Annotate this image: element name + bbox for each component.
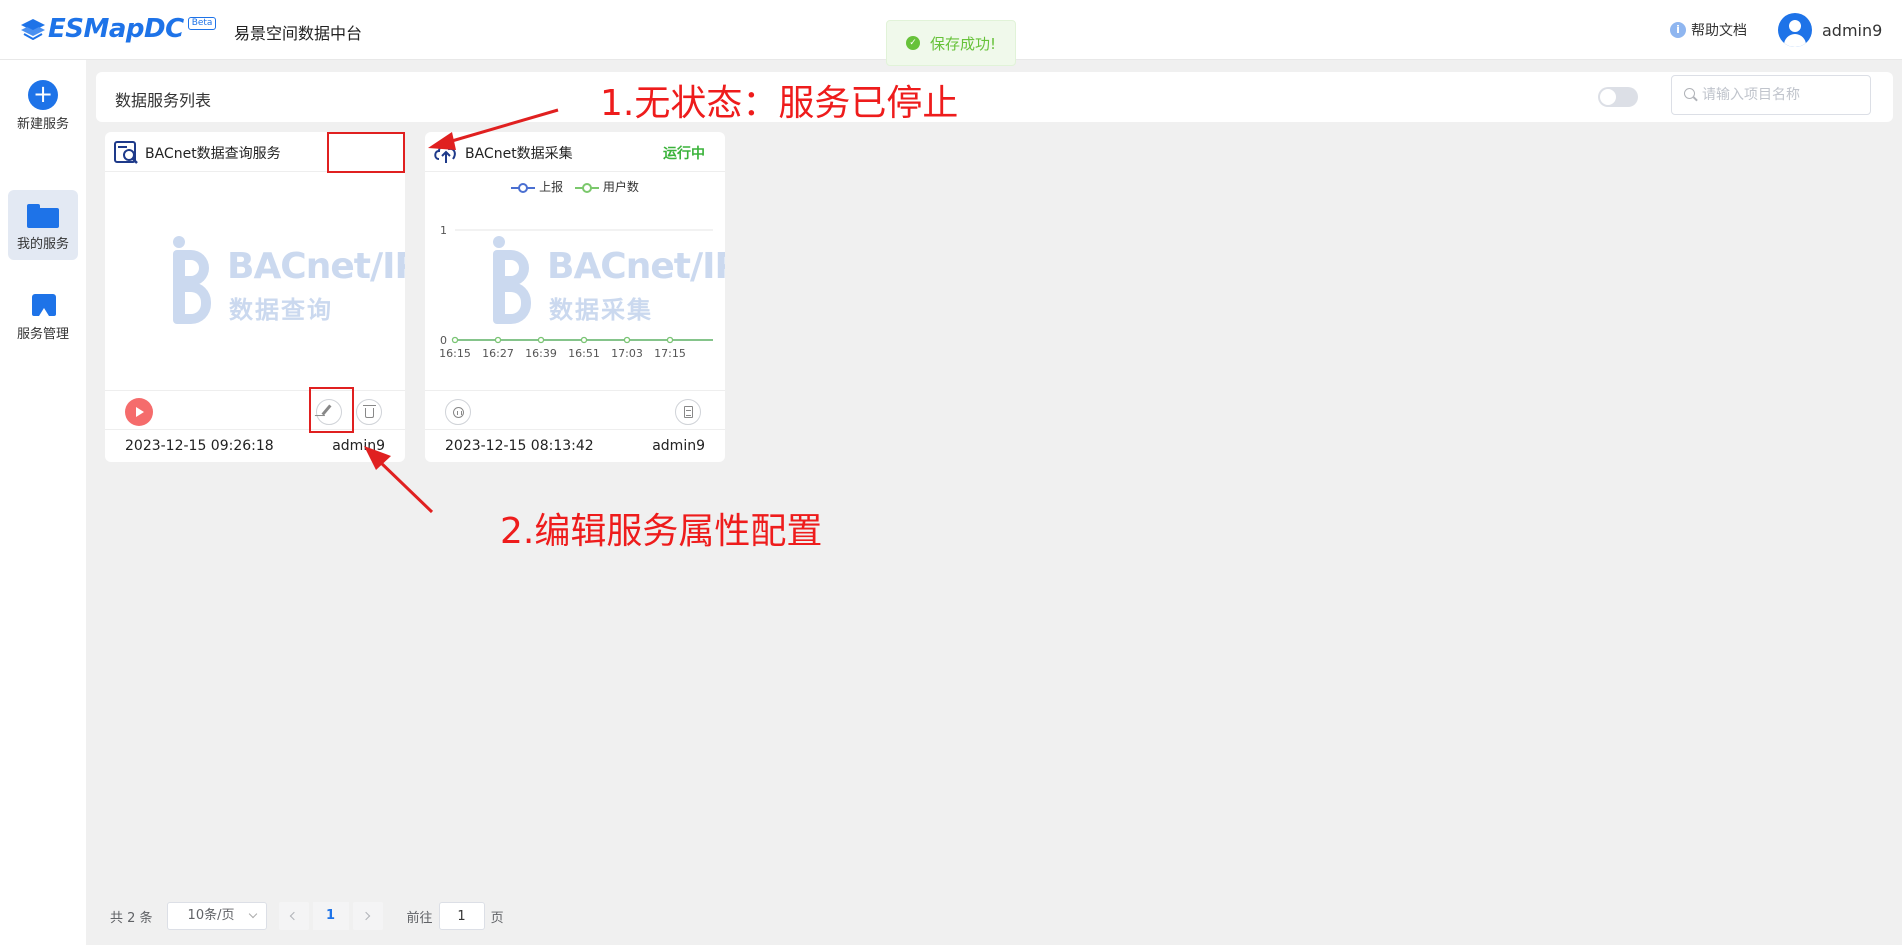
arrow-status-head — [428, 132, 456, 150]
arrow-edit-head — [364, 446, 391, 470]
arrow-status — [444, 108, 559, 145]
pagination-total: 共 2 条 — [110, 910, 153, 926]
annotation-note-edit: 2.编辑服务属性配置 — [500, 511, 823, 552]
page-number[interactable]: 1 — [312, 902, 349, 930]
page-suffix: 页 — [490, 910, 504, 926]
page-size-value: 10条/页 — [187, 908, 235, 923]
chevron-left-icon — [289, 911, 298, 921]
annotation-arrows — [364, 108, 559, 514]
goto-label: 前往 — [406, 910, 433, 926]
next-page-button[interactable] — [352, 902, 383, 930]
goto-page-input[interactable] — [438, 902, 485, 930]
arrow-edit — [376, 458, 434, 514]
chevron-down-icon — [248, 909, 257, 919]
chevron-right-icon — [361, 911, 370, 921]
prev-page-button[interactable] — [278, 902, 309, 930]
pagination: 共 2 条 10条/页 1 前往 页 — [110, 902, 504, 930]
page-size-select[interactable]: 10条/页 — [166, 902, 267, 930]
annotation-note-status: 1.无状态：服务已停止 — [600, 83, 959, 124]
